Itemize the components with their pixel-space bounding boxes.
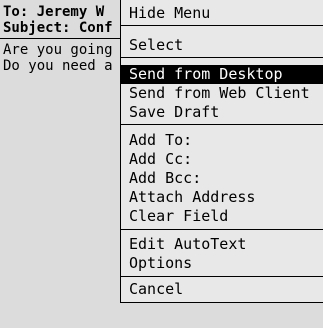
menu-divider (121, 57, 323, 58)
menu-item-cancel[interactable]: Cancel (121, 280, 323, 299)
menu-item-select[interactable]: Select (121, 36, 323, 55)
menu-item-send-from-desktop[interactable]: Send from Desktop (121, 65, 323, 84)
menu-item-hide-menu[interactable]: Hide Menu (121, 4, 323, 23)
menu-item-options[interactable]: Options (121, 254, 323, 273)
body-line-1[interactable]: Are you going (3, 42, 113, 58)
to-field[interactable]: To: Jeremy W (3, 4, 104, 20)
menu-item-edit-autotext[interactable]: Edit AutoText (121, 235, 323, 254)
subject-field[interactable]: Subject: Conf (3, 20, 113, 36)
menu-divider (121, 25, 323, 26)
body-line-2[interactable]: Do you need a (3, 58, 113, 74)
menu-item-add-bcc[interactable]: Add Bcc: (121, 169, 323, 188)
menu-divider (121, 276, 323, 277)
menu-item-attach-address[interactable]: Attach Address (121, 188, 323, 207)
menu-item-add-cc[interactable]: Add Cc: (121, 150, 323, 169)
header-divider (0, 38, 120, 39)
menu-divider (121, 124, 323, 125)
menu-item-send-from-web-client[interactable]: Send from Web Client (121, 84, 323, 103)
menu-item-clear-field[interactable]: Clear Field (121, 207, 323, 226)
menu-divider (121, 229, 323, 230)
menu-item-add-to[interactable]: Add To: (121, 131, 323, 150)
menu-item-save-draft[interactable]: Save Draft (121, 103, 323, 122)
context-menu: Hide Menu Select Send from Desktop Send … (120, 0, 323, 303)
